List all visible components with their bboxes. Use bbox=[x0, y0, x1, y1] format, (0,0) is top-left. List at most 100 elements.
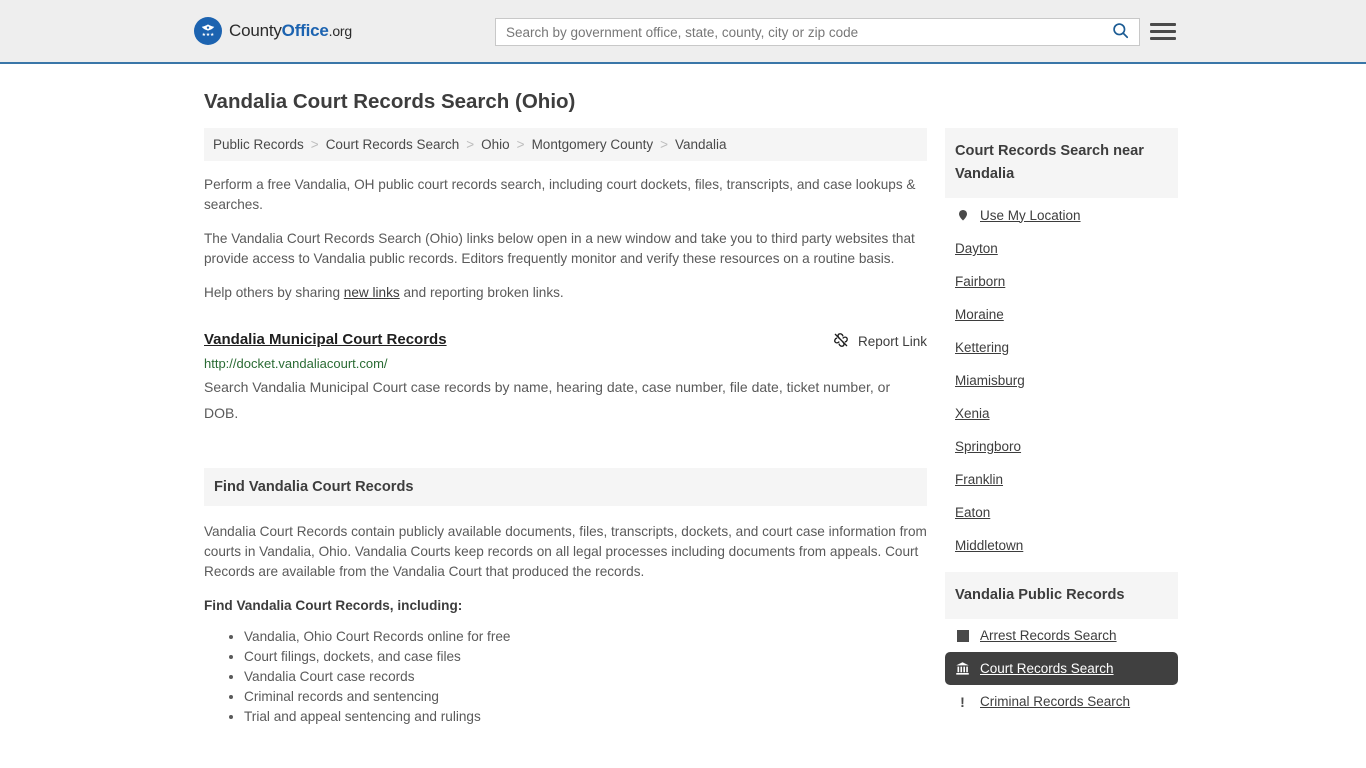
hamburger-menu-icon[interactable] bbox=[1150, 18, 1176, 44]
intro-paragraph-2: The Vandalia Court Records Search (Ohio)… bbox=[204, 231, 915, 266]
eagle-seal-icon bbox=[194, 17, 222, 45]
sidebar-item-franklin[interactable]: Franklin bbox=[945, 463, 1178, 496]
sidebar-item-label: Springboro bbox=[955, 439, 1022, 454]
public-records-list: Arrest Records Search Court Records Sear… bbox=[945, 619, 1178, 718]
logo-text-org: .org bbox=[328, 23, 353, 39]
sidebar-item-moraine[interactable]: Moraine bbox=[945, 298, 1178, 331]
list-item: Kettering bbox=[945, 331, 1178, 364]
sidebar-item-fairborn[interactable]: Fairborn bbox=[945, 265, 1178, 298]
list-item: Dayton bbox=[945, 232, 1178, 265]
intro-paragraph-1: Perform a free Vandalia, OH public court… bbox=[204, 177, 916, 212]
breadcrumb-separator: > bbox=[466, 137, 475, 152]
site-header: CountyOffice.org bbox=[0, 0, 1366, 64]
breadcrumb-separator: > bbox=[310, 137, 319, 152]
sidebar-item-label: Criminal Records Search bbox=[980, 694, 1131, 709]
sidebar-item-arrest-records-search[interactable]: Arrest Records Search bbox=[945, 619, 1178, 652]
result-entry-title-link[interactable]: Vandalia Municipal Court Records bbox=[204, 331, 447, 348]
public-records-heading: Vandalia Public Records bbox=[945, 572, 1178, 619]
sidebar-item-label: Court Records Search bbox=[980, 661, 1114, 676]
search-bar bbox=[495, 18, 1140, 46]
sidebar-item-dayton[interactable]: Dayton bbox=[945, 232, 1178, 265]
sidebar-item-label: Moraine bbox=[955, 307, 1004, 322]
public-records-box: Vandalia Public Records Arrest Records S… bbox=[945, 572, 1178, 718]
find-records-section: Find Vandalia Court Records Vandalia Cou… bbox=[204, 468, 927, 727]
logo-text-office: Office bbox=[281, 21, 329, 40]
list-item: Use My Location bbox=[945, 198, 1178, 232]
list-item: Franklin bbox=[945, 463, 1178, 496]
courthouse-icon bbox=[955, 661, 970, 676]
result-entry: Vandalia Municipal Court Records Report … bbox=[204, 331, 927, 426]
breadcrumb-item-ohio[interactable]: Ohio bbox=[481, 137, 510, 152]
page-container: Vandalia Court Records Search (Ohio) Pub… bbox=[0, 90, 1366, 728]
broken-link-icon bbox=[832, 331, 850, 352]
list-item: Court filings, dockets, and case files bbox=[244, 647, 927, 667]
list-item: Arrest Records Search bbox=[945, 619, 1178, 652]
sidebar-item-kettering[interactable]: Kettering bbox=[945, 331, 1178, 364]
sidebar-item-xenia[interactable]: Xenia bbox=[945, 397, 1178, 430]
share-prefix-text: Help others by sharing bbox=[204, 285, 344, 300]
sidebar-item-label: Eaton bbox=[955, 505, 991, 520]
sidebar-item-springboro[interactable]: Springboro bbox=[945, 430, 1178, 463]
find-records-bullet-list: Vandalia, Ohio Court Records online for … bbox=[204, 627, 927, 727]
logo-wordmark: CountyOffice.org bbox=[229, 21, 352, 41]
sidebar-item-label: Arrest Records Search bbox=[980, 628, 1117, 643]
nearby-search-box: Court Records Search near Vandalia Use M… bbox=[945, 128, 1178, 562]
sidebar-item-label: Kettering bbox=[955, 340, 1010, 355]
list-item: Springboro bbox=[945, 430, 1178, 463]
breadcrumb-item-public-records[interactable]: Public Records bbox=[213, 137, 304, 152]
list-item: ! Criminal Records Search bbox=[945, 685, 1178, 718]
breadcrumb-separator: > bbox=[660, 137, 669, 152]
main-content: Public Records > Court Records Search > … bbox=[204, 128, 927, 727]
sidebar-item-middletown[interactable]: Middletown bbox=[945, 529, 1178, 562]
exclamation-icon: ! bbox=[960, 693, 965, 710]
share-suffix-text: and reporting broken links. bbox=[399, 285, 564, 300]
intro-paragraph-3: Help others by sharing new links and rep… bbox=[204, 283, 927, 303]
nearby-search-heading: Court Records Search near Vandalia bbox=[945, 128, 1178, 198]
find-records-subheading: Find Vandalia Court Records, including: bbox=[204, 598, 463, 613]
list-item: Trial and appeal sentencing and rulings bbox=[244, 707, 927, 727]
list-item: Fairborn bbox=[945, 265, 1178, 298]
sidebar-item-criminal-records-search[interactable]: ! Criminal Records Search bbox=[945, 685, 1178, 718]
sidebar-item-use-my-location[interactable]: Use My Location bbox=[945, 198, 1178, 232]
breadcrumb-separator: > bbox=[516, 137, 525, 152]
list-item: Xenia bbox=[945, 397, 1178, 430]
sidebar-item-label: Xenia bbox=[955, 406, 990, 421]
sidebar-item-label: Use My Location bbox=[980, 207, 1081, 223]
logo-text-county: County bbox=[229, 21, 282, 40]
search-button[interactable] bbox=[1101, 19, 1139, 45]
list-item: Eaton bbox=[945, 496, 1178, 529]
find-records-body: Vandalia Court Records contain publicly … bbox=[204, 524, 927, 579]
list-item: Vandalia Court case records bbox=[244, 667, 927, 687]
page-title: Vandalia Court Records Search (Ohio) bbox=[204, 90, 576, 113]
list-item: Middletown bbox=[945, 529, 1178, 562]
sidebar-item-court-records-search[interactable]: Court Records Search bbox=[945, 652, 1178, 685]
sidebar-item-label: Dayton bbox=[955, 241, 998, 256]
site-logo[interactable]: CountyOffice.org bbox=[194, 17, 352, 45]
result-entry-header: Vandalia Municipal Court Records Report … bbox=[204, 331, 927, 352]
new-links-link[interactable]: new links bbox=[344, 285, 400, 300]
sidebar-item-miamisburg[interactable]: Miamisburg bbox=[945, 364, 1178, 397]
sidebar-item-eaton[interactable]: Eaton bbox=[945, 496, 1178, 529]
breadcrumb-item-vandalia[interactable]: Vandalia bbox=[675, 137, 727, 152]
find-records-heading: Find Vandalia Court Records bbox=[204, 468, 927, 506]
map-pin-icon bbox=[955, 207, 970, 223]
breadcrumb-item-montgomery-county[interactable]: Montgomery County bbox=[532, 137, 654, 152]
sidebar-item-label: Franklin bbox=[955, 472, 1004, 487]
list-item: Miamisburg bbox=[945, 364, 1178, 397]
breadcrumb: Public Records > Court Records Search > … bbox=[204, 128, 927, 161]
breadcrumb-item-court-records-search[interactable]: Court Records Search bbox=[326, 137, 460, 152]
search-icon bbox=[1111, 21, 1130, 43]
sidebar-item-label: Fairborn bbox=[955, 274, 1006, 289]
sidebar-item-label: Middletown bbox=[955, 538, 1024, 553]
search-input[interactable] bbox=[496, 19, 1101, 45]
list-item: Court Records Search bbox=[945, 652, 1178, 685]
nearby-city-list: Use My Location Dayton Fairborn Moraine … bbox=[945, 198, 1178, 562]
list-item: Moraine bbox=[945, 298, 1178, 331]
report-link-label: Report Link bbox=[857, 334, 927, 349]
menu-bar-1 bbox=[1150, 22, 1176, 26]
menu-bar-2 bbox=[1150, 29, 1176, 33]
result-entry-url[interactable]: http://docket.vandaliacourt.com/ bbox=[204, 356, 927, 371]
menu-bar-3 bbox=[1150, 36, 1176, 40]
list-item: Vandalia, Ohio Court Records online for … bbox=[244, 627, 927, 647]
report-link-button[interactable]: Report Link bbox=[832, 331, 927, 352]
